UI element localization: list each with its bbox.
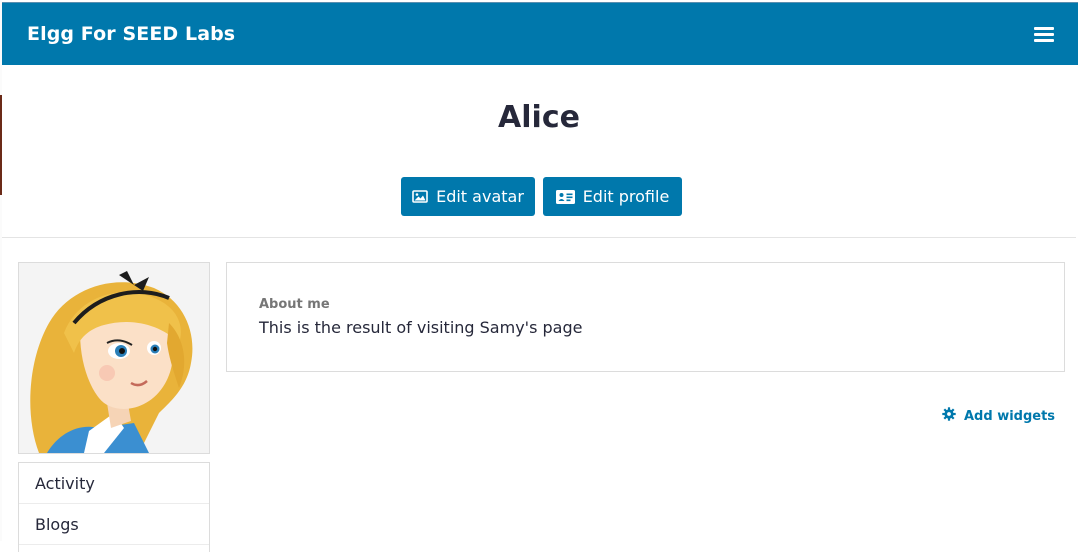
- avatar[interactable]: [18, 262, 210, 454]
- image-icon: [412, 190, 428, 203]
- profile-side-menu: Activity Blogs: [18, 462, 210, 552]
- add-widgets-label: Add widgets: [964, 408, 1056, 424]
- add-widgets-link[interactable]: Add widgets: [942, 407, 1055, 425]
- id-card-icon: [555, 189, 575, 204]
- edit-profile-button[interactable]: Edit profile: [543, 177, 682, 216]
- edit-avatar-label: Edit avatar: [436, 187, 524, 206]
- about-me-text: This is the result of visiting Samy's pa…: [259, 318, 583, 337]
- window-edge: [0, 0, 2, 541]
- avatar-image: [19, 263, 209, 453]
- about-me-panel: About me This is the result of visiting …: [226, 262, 1065, 372]
- header-divider: [2, 237, 1076, 238]
- topbar: Elgg For SEED Labs: [2, 2, 1078, 65]
- edit-avatar-button[interactable]: Edit avatar: [401, 177, 535, 216]
- gear-icon: [942, 407, 956, 425]
- sidebar-item-activity[interactable]: Activity: [19, 463, 209, 504]
- sidebar-item-blogs[interactable]: Blogs: [19, 504, 209, 545]
- hamburger-menu-icon[interactable]: [1034, 27, 1054, 43]
- edit-profile-label: Edit profile: [582, 187, 670, 206]
- about-me-label: About me: [259, 297, 330, 312]
- page-title: Alice: [498, 100, 580, 135]
- site-name-link[interactable]: Elgg For SEED Labs: [27, 23, 235, 45]
